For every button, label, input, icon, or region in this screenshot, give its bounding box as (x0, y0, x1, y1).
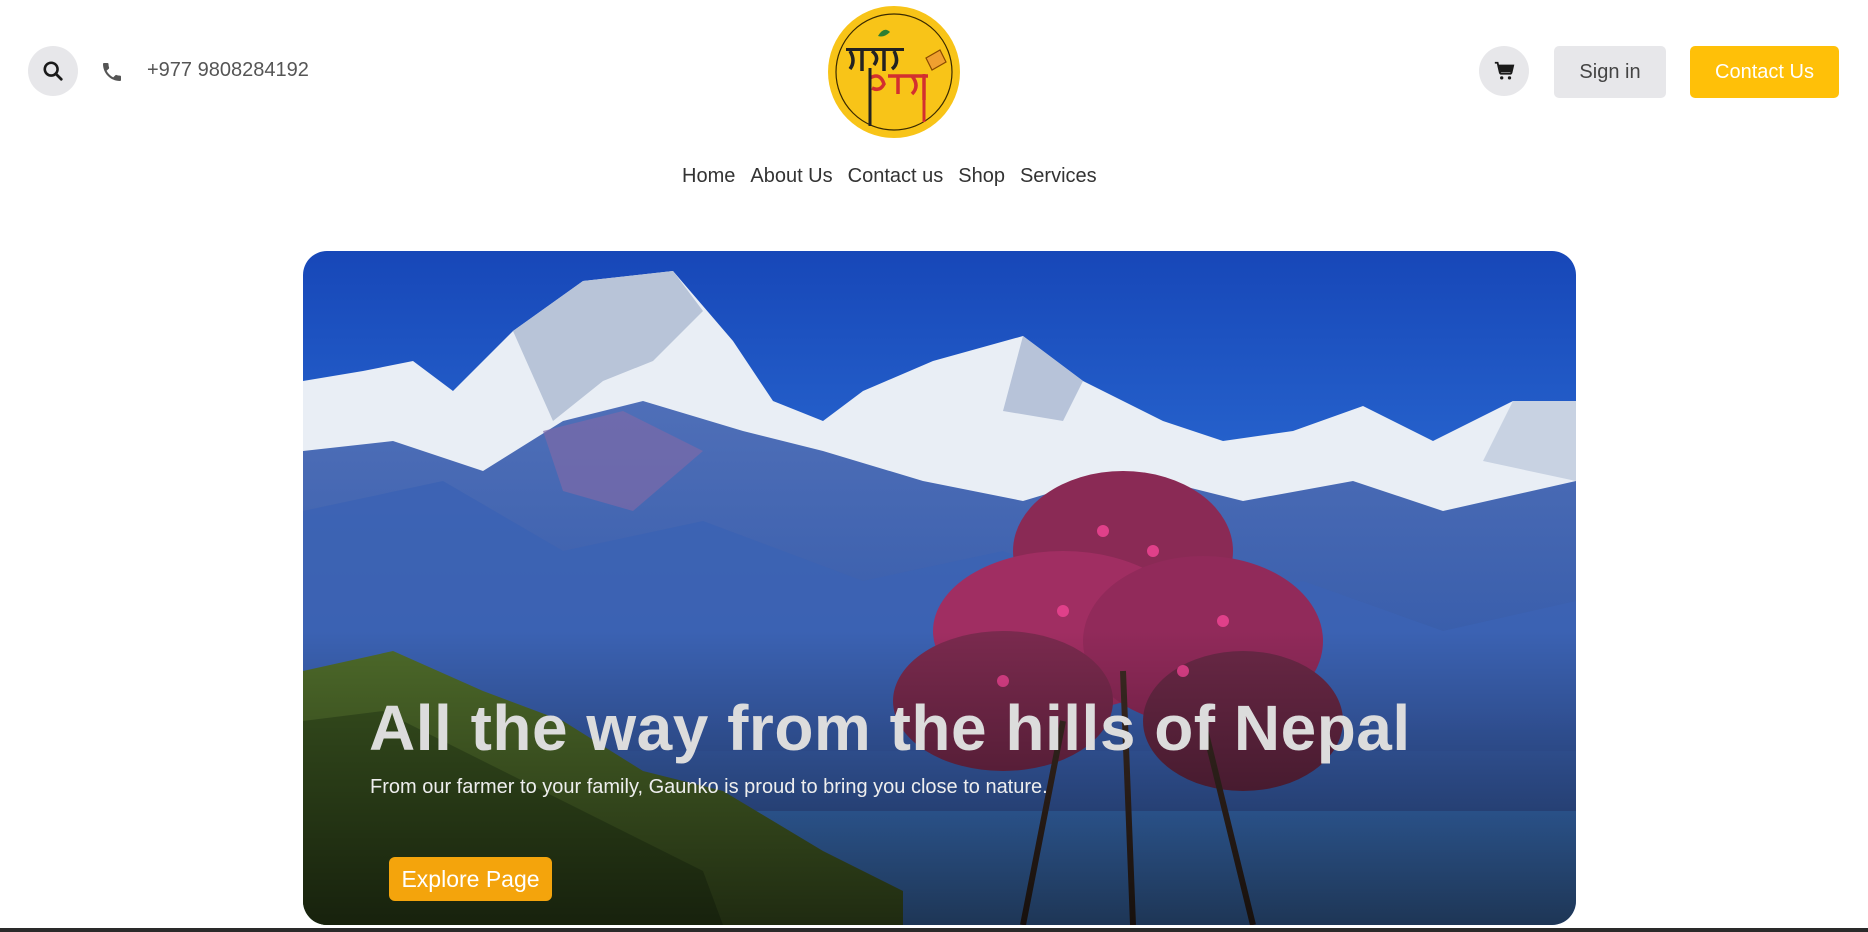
hero-title: All the way from the hills of Nepal (369, 692, 1411, 764)
explore-page-button[interactable]: Explore Page (389, 857, 552, 901)
brand-logo[interactable] (828, 6, 960, 138)
phone-icon (103, 63, 121, 81)
nav-item-home[interactable]: Home (682, 165, 735, 188)
search-button[interactable] (28, 46, 78, 96)
header: +977 9808284192 Sign in Contact Us (0, 0, 1868, 150)
hero-banner: All the way from the hills of Nepal From… (303, 251, 1576, 925)
hero-background-image (303, 251, 1576, 925)
page-bottom-divider (0, 928, 1868, 932)
cart-button[interactable] (1479, 46, 1529, 96)
search-icon (43, 61, 63, 81)
nav-item-contact-us[interactable]: Contact us (848, 165, 944, 188)
phone-number[interactable]: +977 9808284192 (147, 59, 309, 82)
sign-in-button[interactable]: Sign in (1554, 46, 1666, 98)
nav-item-shop[interactable]: Shop (958, 165, 1005, 188)
nav-item-about-us[interactable]: About Us (750, 165, 832, 188)
nav-item-services[interactable]: Services (1020, 165, 1097, 188)
hero-subtitle: From our farmer to your family, Gaunko i… (370, 776, 1048, 798)
contact-us-button[interactable]: Contact Us (1690, 46, 1839, 98)
cart-icon (1494, 61, 1515, 80)
main-nav: Home About Us Contact us Shop Services (682, 165, 1112, 188)
